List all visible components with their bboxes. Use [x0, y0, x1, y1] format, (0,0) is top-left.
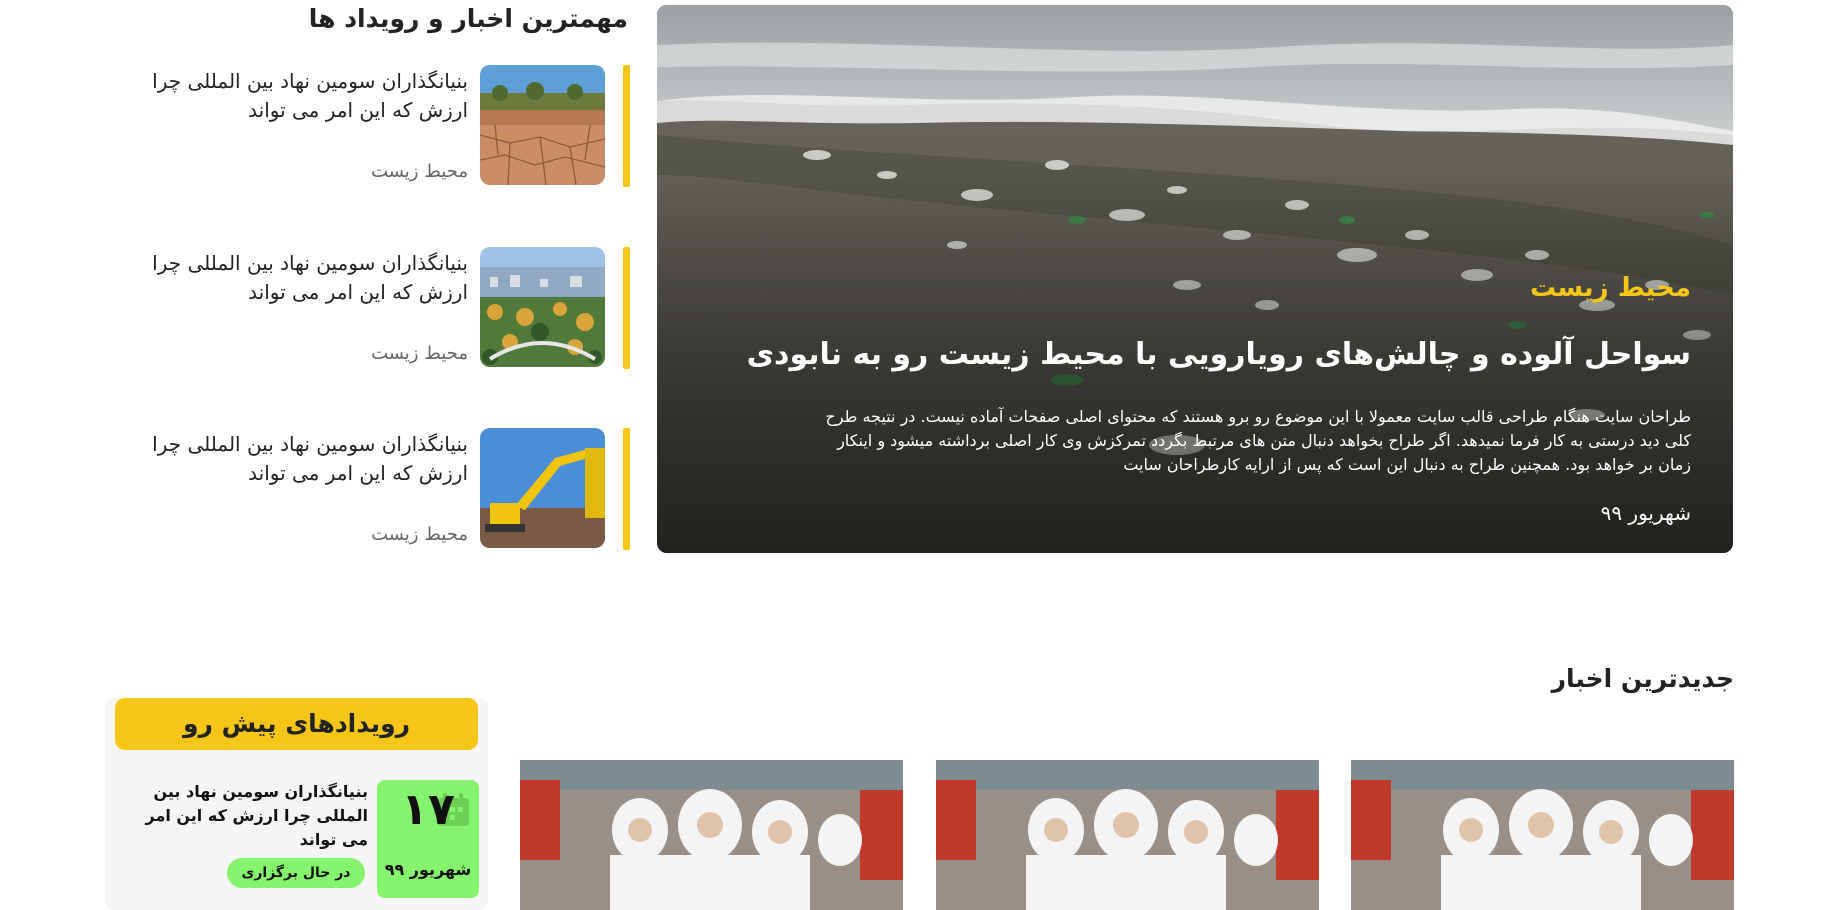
latest-news-heading: جدیدترین اخبار [1551, 664, 1734, 693]
hero-excerpt: طراحان سایت هنگام طراحی قالب سایت معمولا… [825, 407, 1691, 474]
latest-news-card[interactable] [936, 760, 1319, 910]
top-news-heading: مهمترین اخبار و رویداد ها [308, 4, 628, 33]
city-forest-image[interactable] [480, 247, 605, 367]
news-title[interactable]: بنیانگذاران سومین نهاد بین المللی چرا ار… [108, 249, 468, 307]
hero-date: شهریور ۹۹ [1600, 501, 1691, 525]
hero-category[interactable]: محیط زیست [1530, 273, 1691, 303]
event-day: ۱۷ [401, 784, 455, 835]
news-title[interactable]: بنیانگذاران سومین نهاد بین المللی چرا ار… [108, 430, 468, 488]
latest-news-card[interactable] [1351, 760, 1734, 910]
event-month: شهریور ۹۹ [384, 860, 472, 879]
list-item[interactable]: بنیانگذاران سومین نهاد بین المللی چرا ار… [110, 428, 630, 550]
news-category[interactable]: محیط زیست [371, 161, 468, 182]
latest-news-card[interactable] [520, 760, 903, 910]
news-category[interactable]: محیط زیست [371, 524, 468, 545]
featured-news-card[interactable]: محیط زیست سواحل آلوده و چالش‌های رویاروی… [657, 5, 1733, 553]
event-title[interactable]: بنیانگذاران سومین نهاد بین المللی چرا ار… [128, 780, 368, 852]
excavator-image[interactable] [480, 428, 605, 548]
event-status-badge: در حال برگزاری [227, 858, 365, 888]
hero-title[interactable]: سواحل آلوده و چالش‌های رویارویی با محیط … [747, 337, 1691, 372]
accent-bar [623, 247, 630, 369]
events-heading: رویدادهای پیش رو [115, 698, 478, 750]
list-item[interactable]: بنیانگذاران سومین نهاد بین المللی چرا ار… [110, 247, 630, 369]
workers-image [1351, 760, 1734, 910]
accent-bar [623, 65, 630, 187]
news-category[interactable]: محیط زیست [371, 343, 468, 364]
drought-image[interactable] [480, 65, 605, 185]
upcoming-events-panel: رویدادهای پیش رو ۱۷ شهریور ۹۹ بنیانگذارا… [105, 698, 488, 910]
news-title[interactable]: بنیانگذاران سومین نهاد بین المللی چرا ار… [108, 67, 468, 125]
workers-image [936, 760, 1319, 910]
workers-image [520, 760, 903, 910]
list-item[interactable]: بنیانگذاران سومین نهاد بین المللی چرا ار… [110, 65, 630, 187]
event-date-badge: ۱۷ شهریور ۹۹ [377, 780, 479, 898]
accent-bar [623, 428, 630, 550]
